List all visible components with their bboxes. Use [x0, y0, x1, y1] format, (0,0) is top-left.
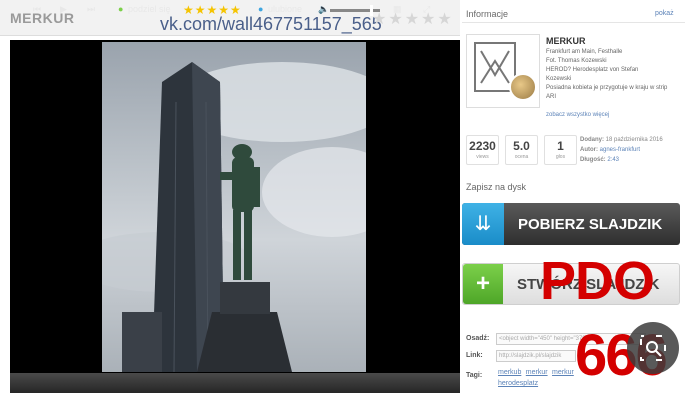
favorite-icon[interactable]: ● — [258, 4, 263, 14]
stat-votes: 1 głos — [544, 135, 577, 165]
meta-length: Długość: 2:43 — [580, 157, 619, 163]
prev-button[interactable]: ⏮ — [33, 4, 41, 15]
fullscreen-icon[interactable]: ⤢ — [423, 4, 430, 15]
download-button-label[interactable]: POBIERZ SLAJDZIK — [518, 216, 662, 233]
lens-icon — [640, 335, 666, 361]
tags-label: Tagi: — [466, 372, 483, 379]
meta-author: Autor: agnes-frankfurt — [580, 147, 640, 153]
plus-icon[interactable]: + — [463, 264, 503, 304]
lens-search-button[interactable] — [627, 322, 679, 374]
slide-photo — [102, 42, 366, 372]
profile-more-link[interactable]: zobacz wszystko więcej — [546, 112, 609, 118]
rating-stars[interactable]: ★★★★★ — [372, 9, 454, 29]
profile-line: ARI — [546, 94, 557, 100]
profile-line: Kozewski — [546, 76, 572, 82]
tag-link[interactable]: merkub — [498, 369, 521, 376]
info-title: Informacje — [466, 9, 509, 19]
stat-value: 5.0 — [513, 139, 530, 153]
stat-value: 2230 — [469, 139, 496, 153]
meta-label: Dodany: — [580, 137, 604, 143]
next-button[interactable]: ⏭ — [87, 4, 95, 15]
meta-added: Dodany: 18 października 2016 — [580, 137, 663, 143]
player-rating-stars[interactable]: ★★★★★ — [183, 3, 242, 17]
stat-label: views — [476, 154, 489, 160]
link-field[interactable]: http://slajdzik.pl/slajdzik — [496, 350, 576, 362]
tag-link[interactable]: herodesplatz — [498, 380, 538, 387]
meta-value: 2:43 — [607, 157, 620, 163]
tag-link[interactable]: merkur — [552, 369, 574, 376]
player-controls — [10, 373, 460, 393]
stat-value: 1 — [557, 139, 564, 153]
favorite-button[interactable]: ulubione — [268, 4, 302, 14]
volume-icon[interactable]: 🔈 — [318, 4, 329, 15]
profile-name[interactable]: MERKUR — [546, 36, 586, 46]
grid-icon[interactable]: ▦ — [393, 4, 402, 15]
slide-image — [102, 62, 366, 372]
author-link[interactable]: agnes-frankfurt — [600, 147, 640, 153]
stat-label: ocena — [514, 154, 529, 160]
wall-link[interactable]: vk.com/wall467751157_565 — [160, 14, 382, 35]
profile-line: Posiadna kobieta je przygotuje w kraju w… — [546, 85, 668, 91]
meta-label: Długość: — [580, 157, 606, 163]
stat-views: 2230 views — [466, 135, 499, 165]
profile-line: Fot. Thomas Kozewski — [546, 58, 607, 64]
embed-label: Osadź: — [466, 335, 490, 342]
watermark-pdo: PDO — [540, 251, 655, 311]
tags-list: merkub merkur merkur herodesplatz — [498, 366, 578, 388]
download-icon[interactable]: ⇊ — [462, 203, 504, 245]
stat-rating: 5.0 ocena — [505, 135, 538, 165]
save-title: Zapisz na dysk — [466, 182, 527, 192]
info-more-link[interactable]: pokaż — [655, 10, 674, 17]
profile-line: HEROD? Herodesplatz von Stefan — [546, 67, 639, 73]
link-label: Link: — [466, 352, 483, 359]
share-button[interactable]: podziel się — [128, 4, 171, 14]
play-button[interactable]: ▶ — [60, 4, 67, 15]
meta-value: 18 października 2016 — [605, 137, 663, 143]
volume-handle[interactable] — [370, 5, 373, 16]
profile-line: Frankfurt am Main, Festhalle — [546, 49, 623, 55]
share-icon[interactable]: ● — [118, 4, 123, 14]
tag-link[interactable]: merkur — [526, 369, 548, 376]
stat-label: głos — [555, 154, 566, 160]
meta-label: Autor: — [580, 147, 598, 153]
user-avatar[interactable] — [509, 73, 537, 101]
